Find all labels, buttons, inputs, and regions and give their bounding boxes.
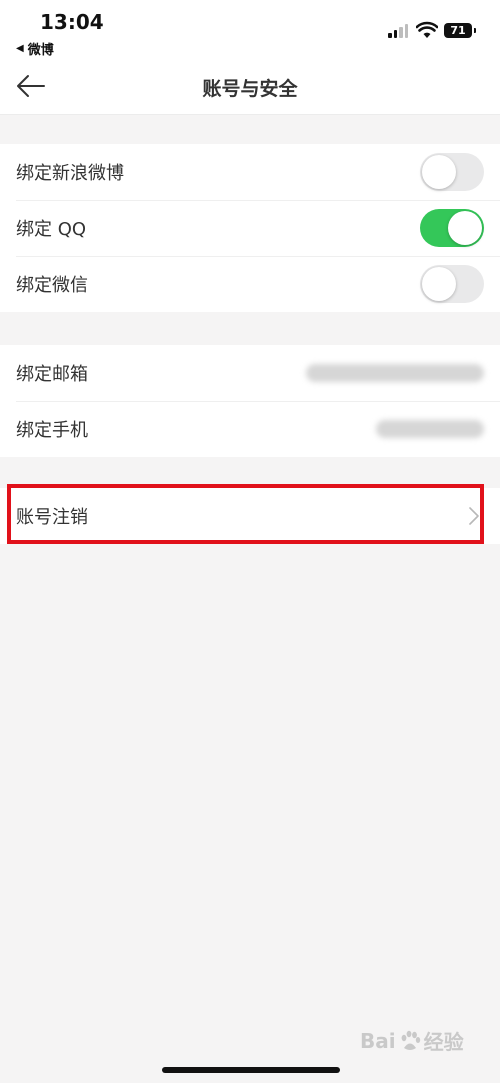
wifi-icon xyxy=(416,21,438,38)
toggle-knob xyxy=(422,155,456,189)
home-indicator[interactable] xyxy=(162,1067,340,1073)
watermark-text-b: 经验 xyxy=(423,1030,464,1054)
bind-wechat-toggle[interactable] xyxy=(420,265,484,303)
row-bind-phone[interactable]: 绑定手机 xyxy=(0,401,500,457)
paw-icon xyxy=(401,1030,420,1050)
row-bind-wechat: 绑定微信 xyxy=(0,256,500,312)
bind-wechat-label: 绑定微信 xyxy=(16,275,88,296)
baidu-watermark: Bai 经验 xyxy=(360,1026,464,1055)
row-bind-email[interactable]: 绑定邮箱 xyxy=(0,345,500,401)
phone-value-blurred xyxy=(376,420,484,438)
chevron-right-icon xyxy=(469,507,479,525)
back-triangle-icon: ◀ xyxy=(16,43,24,54)
back-to-app-link[interactable]: ◀ 微博 xyxy=(16,39,54,58)
battery-level: 71 xyxy=(450,24,466,37)
account-group: 账号注销 xyxy=(0,488,500,544)
bind-weibo-label: 绑定新浪微博 xyxy=(16,163,124,184)
email-value-blurred xyxy=(306,364,484,382)
cellular-signal-icon xyxy=(388,24,408,38)
bind-weibo-toggle[interactable] xyxy=(420,153,484,191)
back-app-label: 微博 xyxy=(27,43,54,58)
navigation-bar: 账号与安全 xyxy=(0,62,500,115)
bind-phone-label: 绑定手机 xyxy=(16,420,88,441)
status-time: 13:04 xyxy=(40,10,104,34)
row-bind-qq: 绑定 QQ xyxy=(0,200,500,256)
row-deactivate-account[interactable]: 账号注销 xyxy=(0,488,500,544)
bind-email-label: 绑定邮箱 xyxy=(16,364,88,385)
toggle-knob xyxy=(422,267,456,301)
contact-bindings-group: 绑定邮箱 绑定手机 xyxy=(0,345,500,457)
deactivate-account-label: 账号注销 xyxy=(16,507,88,528)
toggle-knob xyxy=(448,211,482,245)
status-bar: 13:04 ◀ 微博 71 xyxy=(0,0,500,62)
bind-qq-label: 绑定 QQ xyxy=(16,219,87,240)
row-bind-weibo: 绑定新浪微博 xyxy=(0,144,500,200)
page-title: 账号与安全 xyxy=(202,78,298,100)
watermark-text-a: Bai xyxy=(360,1028,396,1053)
battery-icon: 71 xyxy=(444,23,476,38)
bind-qq-toggle[interactable] xyxy=(420,209,484,247)
social-bindings-group: 绑定新浪微博 绑定 QQ 绑定微信 xyxy=(0,144,500,312)
